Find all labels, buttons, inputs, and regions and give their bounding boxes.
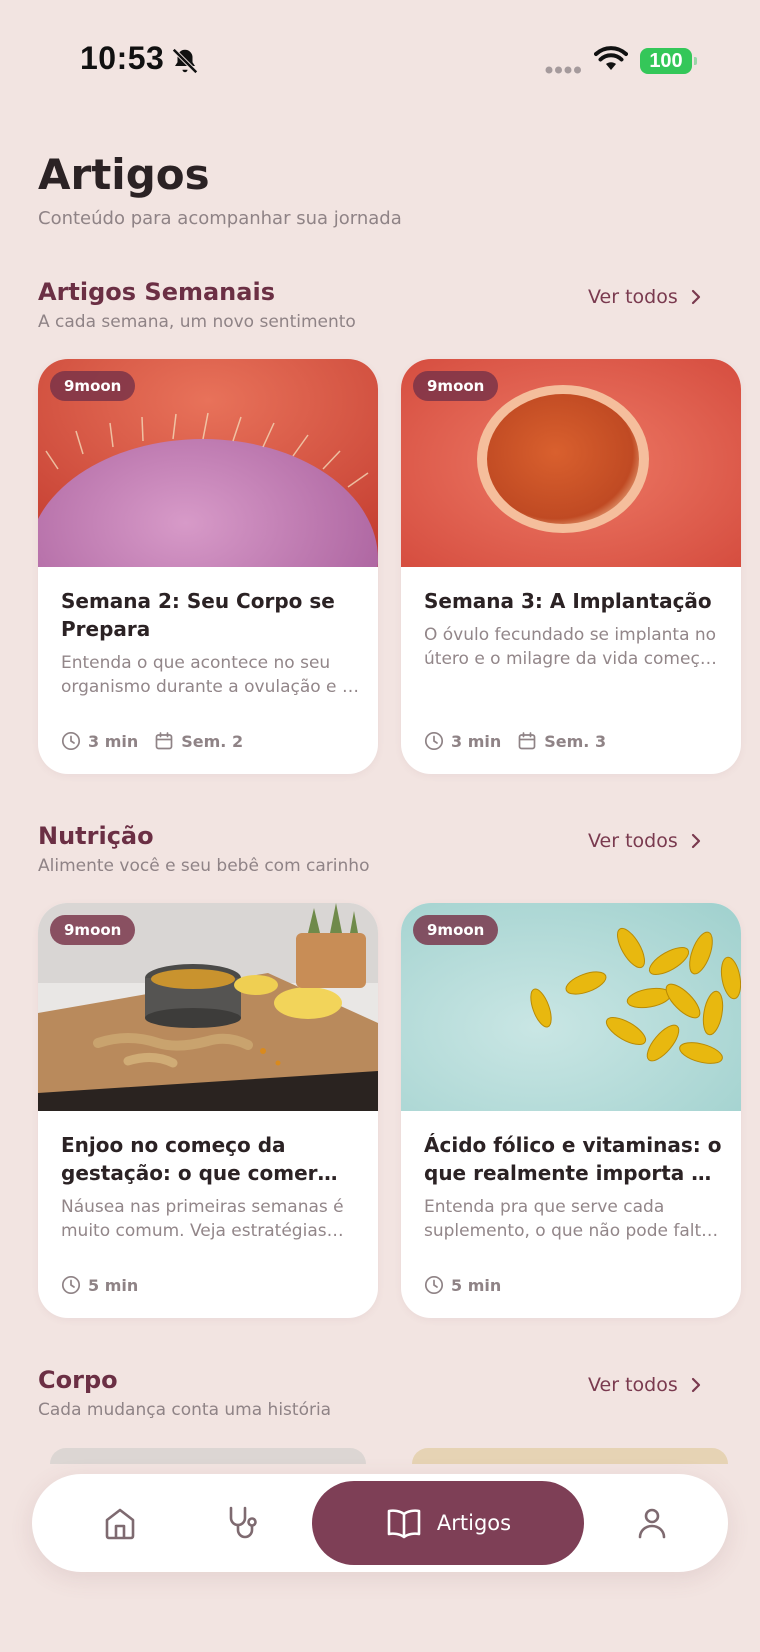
card-description: Entenda pra que serve cada suplemento, o…	[424, 1197, 719, 1241]
card-title: Semana 3: A Implantação	[424, 589, 712, 613]
section-subtitle: Alimente você e seu bebê com carinho	[38, 856, 370, 876]
card-title: Ácido fólico e vitaminas: o que realment…	[424, 1133, 722, 1185]
bell-muted-icon	[172, 48, 198, 74]
bottom-navigation: Artigos	[32, 1474, 728, 1572]
wifi-icon	[594, 46, 628, 70]
status-time: 10:53	[80, 40, 165, 76]
clock-icon	[424, 1275, 444, 1295]
see-all-label: Ver todos	[588, 1374, 678, 1396]
book-open-icon	[387, 1509, 421, 1539]
ginger-tea-image: 9moon	[38, 903, 378, 1111]
nav-home[interactable]	[72, 1474, 168, 1572]
chevron-right-icon	[691, 1377, 700, 1393]
see-all-body-button[interactable]: Ver todos	[588, 1374, 704, 1396]
source-badge: 9moon	[413, 371, 499, 401]
section-title: Artigos Semanais	[38, 278, 275, 306]
card-meta: 5 min	[61, 1275, 146, 1295]
card-description: Entenda o que acontece no seu organismo …	[61, 653, 353, 697]
see-all-weekly-button[interactable]: Ver todos	[588, 286, 704, 308]
nav-articles-label: Artigos	[436, 1511, 512, 1535]
calendar-icon	[518, 732, 536, 750]
week-label: Sem. 2	[181, 731, 244, 751]
card-title: Enjoo no começo da gestação: o que comer…	[61, 1133, 318, 1185]
card-description: Náusea nas primeiras semanas é muito com…	[61, 1197, 344, 1241]
see-all-label: Ver todos	[588, 286, 678, 308]
page-title: Artigos	[38, 150, 210, 199]
source-badge: 9moon	[50, 371, 136, 401]
article-card-nausea[interactable]: 9moon Enjoo no começo da gestação: o que…	[38, 903, 378, 1318]
chevron-right-icon	[691, 289, 700, 305]
section-title: Nutrição	[38, 822, 154, 850]
section-subtitle: A cada semana, um novo sentimento	[38, 312, 356, 332]
week-tag: Sem. 2	[154, 731, 243, 751]
read-time: 5 min	[61, 1275, 138, 1295]
article-card-folic-acid[interactable]: 9moon Ácido fólico e vitaminas: o que re…	[401, 903, 741, 1318]
read-time: 5 min	[424, 1275, 501, 1295]
read-time: 3 min	[424, 731, 501, 751]
card-meta: 5 min	[424, 1275, 509, 1295]
clock-icon	[424, 731, 444, 751]
read-time-label: 3 min	[451, 731, 502, 751]
read-time-label: 3 min	[88, 731, 139, 751]
card-description: O óvulo fecundado se implanta no útero e…	[424, 625, 717, 669]
status-bar: 10:53 100	[0, 0, 760, 120]
article-card-week-3[interactable]: 9moon Semana 3: A Implantação O óvulo fe…	[401, 359, 741, 774]
card-meta: 3 min Sem. 3	[424, 731, 614, 751]
card-title: Semana 2: Seu Corpo se Prepara	[61, 589, 335, 641]
week-label: Sem. 3	[544, 731, 607, 751]
see-all-label: Ver todos	[588, 830, 678, 852]
source-badge: 9moon	[413, 915, 499, 945]
section-subtitle: Cada mudança conta uma história	[38, 1400, 332, 1420]
orange-ovum-image: 9moon	[401, 359, 741, 567]
user-icon	[638, 1508, 666, 1539]
article-card-week-2[interactable]: 9moon Semana 2: Seu Corpo se Prepara Ent…	[38, 359, 378, 774]
read-time-label: 5 min	[88, 1275, 139, 1295]
nav-articles[interactable]: Artigos	[312, 1481, 584, 1565]
nav-health[interactable]	[194, 1474, 290, 1572]
read-time: 3 min	[61, 731, 138, 751]
clock-icon	[61, 731, 81, 751]
see-all-nutrition-button[interactable]: Ver todos	[588, 830, 704, 852]
section-title: Corpo	[38, 1366, 118, 1394]
battery-indicator: 100	[640, 48, 697, 74]
signal-dots-icon	[545, 66, 581, 74]
pink-cell-image: 9moon	[38, 359, 378, 567]
read-time-label: 5 min	[451, 1275, 502, 1295]
clock-icon	[61, 1275, 81, 1295]
article-card-peek[interactable]	[50, 1448, 366, 1464]
vitamin-capsules-image: 9moon	[401, 903, 741, 1111]
page-subtitle: Conteúdo para acompanhar sua jornada	[38, 208, 402, 229]
card-meta: 3 min Sem. 2	[61, 731, 251, 751]
source-badge: 9moon	[50, 915, 136, 945]
week-tag: Sem. 3	[517, 731, 606, 751]
home-icon	[105, 1508, 135, 1540]
nav-profile[interactable]	[604, 1474, 700, 1572]
chevron-right-icon	[691, 833, 700, 849]
calendar-icon	[155, 732, 173, 750]
stethoscope-icon	[229, 1506, 257, 1539]
article-card-peek[interactable]	[412, 1448, 728, 1464]
